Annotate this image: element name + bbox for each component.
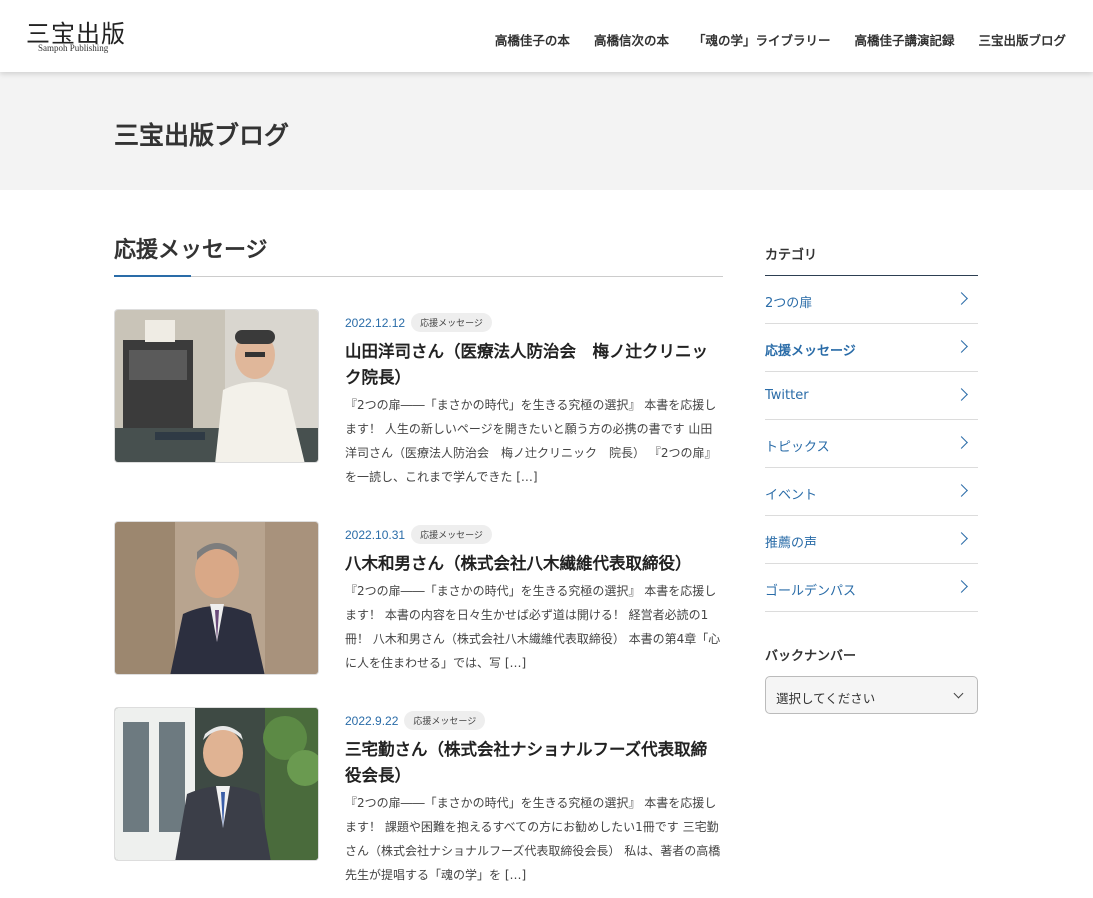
category-label: トピックス xyxy=(765,440,830,455)
chevron-right-icon xyxy=(955,532,968,545)
post-date: 2022.9.22 xyxy=(345,713,399,728)
category-badge[interactable]: 応援メッセージ xyxy=(411,313,492,332)
post-card: 2022.9.22 応援メッセージ 三宅勤さん（株式会社ナショナルフーズ代表取締… xyxy=(114,707,723,887)
post-title[interactable]: 山田洋司さん（医療法人防治会 梅ノ辻クリニック院長） xyxy=(345,339,720,391)
category-item-events[interactable]: イベント xyxy=(765,468,978,516)
category-item-golden-path[interactable]: ゴールデンパス xyxy=(765,564,978,612)
post-card: 2022.12.12 応援メッセージ 山田洋司さん（医療法人防治会 梅ノ辻クリニ… xyxy=(114,309,723,489)
nav-item-shinji-books[interactable]: 高橋信次の本 xyxy=(594,30,669,49)
site-header: 三宝出版 Sampoh Publishing 高橋佳子の本 高橋信次の本 「魂の… xyxy=(0,0,1093,72)
post-date: 2022.12.12 xyxy=(345,315,406,330)
category-label: 推薦の声 xyxy=(765,536,818,551)
chevron-right-icon xyxy=(955,580,968,593)
site-logo[interactable]: 三宝出版 Sampoh Publishing xyxy=(26,14,136,58)
logo-subtext: Sampoh Publishing xyxy=(38,43,109,53)
category-badge[interactable]: 応援メッセージ xyxy=(411,525,492,544)
category-label: 応援メッセージ xyxy=(765,344,856,359)
post-excerpt: 『2つの扉――「まさかの時代」を生きる究極の選択』 本書を応援します！ 課題や困… xyxy=(345,796,721,882)
post-card: 2022.10.31 応援メッセージ 八木和男さん（株式会社八木繊維代表取締役）… xyxy=(114,521,723,701)
section-divider-accent xyxy=(114,275,191,277)
page-title: 三宝出版ブログ xyxy=(114,121,290,150)
post-excerpt: 『2つの扉――「まさかの時代」を生きる究極の選択』 本書を応援します！ 人生の新… xyxy=(345,398,717,484)
nav-item-keiko-books[interactable]: 高橋佳子の本 xyxy=(495,30,570,49)
nav-item-blog[interactable]: 三宝出版ブログ xyxy=(978,30,1066,49)
chevron-down-icon xyxy=(953,688,964,699)
post-excerpt: 『2つの扉――「まさかの時代」を生きる究極の選択』 本書を応援します！ 本書の内… xyxy=(345,584,721,670)
chevron-right-icon xyxy=(955,388,968,401)
category-label: 2つの扉 xyxy=(765,296,813,311)
select-value: 選択してください xyxy=(776,691,876,706)
backnumber-heading: バックナンバー xyxy=(765,649,857,664)
post-date: 2022.10.31 xyxy=(345,527,406,542)
category-list: 2つの扉 応援メッセージ Twitter トピックス イベント 推薦の声 ゴール… xyxy=(765,275,978,612)
chevron-right-icon xyxy=(955,436,968,449)
section-title: 応援メッセージ xyxy=(114,238,268,263)
category-badge[interactable]: 応援メッセージ xyxy=(404,711,486,730)
post-thumbnail[interactable] xyxy=(114,707,319,861)
category-item-topics[interactable]: トピックス xyxy=(765,420,978,468)
category-item-2-doors[interactable]: 2つの扉 xyxy=(765,276,978,324)
post-title[interactable]: 三宅勤さん（株式会社ナショナルフーズ代表取締役会長） xyxy=(345,737,720,789)
backnumber-select[interactable]: 選択してください xyxy=(765,676,978,714)
post-meta: 2022.10.31 応援メッセージ xyxy=(345,525,492,544)
category-label: Twitter xyxy=(765,388,809,403)
post-title[interactable]: 八木和男さん（株式会社八木繊維代表取締役） xyxy=(345,551,720,577)
nav-item-library[interactable]: 「魂の学」ライブラリー xyxy=(693,30,831,49)
main-nav: 高橋佳子の本 高橋信次の本 「魂の学」ライブラリー 高橋佳子講演記録 三宝出版ブ… xyxy=(495,30,1066,49)
chevron-right-icon xyxy=(955,484,968,497)
chevron-right-icon xyxy=(955,292,968,305)
post-meta: 2022.12.12 応援メッセージ xyxy=(345,313,492,332)
category-label: ゴールデンパス xyxy=(765,584,857,599)
category-item-recommendations[interactable]: 推薦の声 xyxy=(765,516,978,564)
post-meta: 2022.9.22 応援メッセージ xyxy=(345,711,486,730)
category-item-support-messages[interactable]: 応援メッセージ xyxy=(765,324,978,372)
post-thumbnail[interactable] xyxy=(114,309,319,463)
post-thumbnail[interactable] xyxy=(114,521,319,675)
category-item-twitter[interactable]: Twitter xyxy=(765,372,978,420)
chevron-right-icon xyxy=(955,340,968,353)
category-label: イベント xyxy=(765,488,818,503)
page-title-band: 三宝出版ブログ xyxy=(0,72,1093,190)
category-heading: カテゴリ xyxy=(765,248,818,263)
nav-item-lectures[interactable]: 高橋佳子講演記録 xyxy=(854,30,954,49)
section-divider xyxy=(114,276,723,277)
